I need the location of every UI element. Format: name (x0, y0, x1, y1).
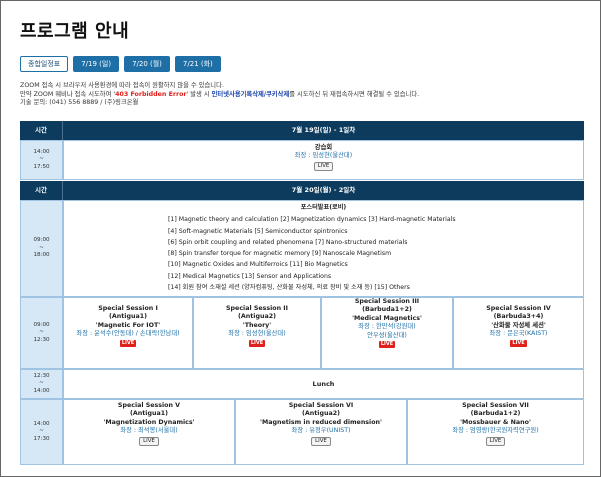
special-session-3: Special Session III (Barbuda1+2) 'Medica… (321, 297, 453, 369)
session-chair-2: 안우성(울산대) (367, 331, 407, 339)
session-name: Special Session V (117, 402, 181, 409)
special-session-6: Special Session VI (Antigua2) 'Magnetism… (235, 399, 407, 465)
day2-header: 7월 20일(월) - 2일차 (291, 186, 356, 194)
session-topic: 'Magnetization Dynamics' (103, 418, 195, 426)
live-badge[interactable]: LIVE (378, 341, 396, 349)
notice-line-3: 기술 문의: (041) 556 8889 / (주)링크온월 (20, 99, 139, 107)
session-topic: '산화물 자성체 세션' (491, 321, 546, 329)
special-session-4: Special Session IV (Barbuda3+4) '산화물 자성체… (453, 297, 584, 369)
special-time-cell: 09:00 ~ 12:30 (20, 297, 63, 369)
live-button[interactable]: LIVE (485, 436, 506, 446)
live-button[interactable]: LIVE (311, 436, 331, 446)
day1-header: 7월 19일(일) - 1일차 (291, 126, 356, 134)
poster-topic: [4] Soft-magnetic Materials [5] Semicond… (168, 227, 348, 235)
session-topic: 'Theory' (242, 321, 272, 329)
tab-0719[interactable]: 7/19 (일) (73, 56, 120, 72)
session-topic: 'Magnetic For IOT' (95, 321, 161, 329)
poster-topic: [6] Spin orbit coupling and related phen… (168, 238, 408, 246)
notice-line-2: 만약 ZOOM 웨비나 접속 시도하여 '403 Forbidden Error… (20, 90, 420, 98)
day1-header-row: 시간 7월 19일(일) - 1일차 (20, 121, 584, 140)
session-chair: 좌장 : 한만석(강원대) (358, 323, 416, 331)
live-badge[interactable]: LIVE (248, 339, 266, 347)
day1-time-cell: 14:00 ~ 17:50 (20, 140, 63, 180)
page-frame: 프로그램 안내 종합일정표 7/19 (일) 7/20 (월) 7/21 (화)… (0, 0, 601, 477)
day1-session-cell: 강습회 좌장 : 임성현(울산대) LIVE (63, 140, 584, 180)
special-session-1: Special Session I (Antigua1) 'Magnetic F… (63, 297, 193, 369)
session-name: Special Session IV (486, 305, 551, 312)
session-room: (Barbuda1+2) (470, 410, 521, 418)
poster-topic: [1] Magnetic theory and calculation [2] … (168, 216, 456, 224)
session-chair: 좌장 : 최석봉(서울대) (120, 427, 178, 435)
poster-time-cell: 09:00 ~ 18:00 (20, 200, 63, 297)
session-name: Special Session VII (462, 402, 529, 409)
afternoon-time-cell: 14:00 ~ 17:30 (20, 399, 63, 465)
day2-header-row: 시간 7월 20일(월) - 2일차 (20, 181, 584, 200)
session-name: Special Session I (98, 305, 158, 312)
special-session-5: Special Session V (Antigua1) 'Magnetizat… (63, 399, 235, 465)
poster-topic: [8] Spin transfer torque for magnetic me… (168, 250, 392, 258)
date-tabs: 종합일정표 7/19 (일) 7/20 (월) 7/21 (화) (20, 56, 221, 72)
session-topic: 'Magnetism in reduced dimension' (260, 418, 382, 426)
session-name: Special Session II (226, 305, 288, 312)
special-session-2: Special Session II (Antigua2) 'Theory' 좌… (193, 297, 321, 369)
lunch-cell: Lunch (63, 369, 584, 399)
live-button[interactable]: LIVE (313, 161, 334, 171)
special-session-7: Special Session VII (Barbuda1+2) 'Mossba… (407, 399, 584, 465)
session-chair: 좌장 : 윤석수(안동대) / 손대락(한남대) (76, 330, 180, 338)
lunch-time-cell: 12:30 ~ 14:00 (20, 369, 63, 399)
zoom-notice: ZOOM 접속 시 브라우저 사용환경에 따라 접속이 원활하지 않을 수 있습… (20, 82, 419, 108)
session-chair: 좌장 : 임성현(울산대) (294, 152, 353, 160)
poster-topic: [10] Magnetic Oxides and Multiferroics [… (168, 261, 348, 269)
session-room: (Barbuda3+4) (493, 313, 544, 321)
poster-topic: [14] 회원 참여 소재설 세션 (양자컴퓨팅, 산화물 자성체, 의료 장비… (168, 284, 410, 292)
schedule-table: 시간 7월 19일(일) - 1일차 14:00 ~ 17:50 강습회 좌장 … (20, 121, 584, 476)
session-chair: 좌장 : 임성현(울산대) (228, 330, 286, 338)
live-badge[interactable]: LIVE (510, 339, 527, 347)
poster-title: 포스터발표(로비) (300, 204, 347, 211)
session-topic: 'Medical Magnetics' (352, 314, 422, 322)
session-name: Special Session III (354, 298, 420, 305)
tab-0721[interactable]: 7/21 (화) (174, 56, 221, 72)
notice-line-1: ZOOM 접속 시 브라우저 사용환경에 따라 접속이 원활하지 않을 수 있습… (20, 82, 224, 89)
clear-cookies-text: 인터넷사용기록삭제/쿠키삭제 (211, 90, 290, 98)
live-button[interactable]: LIVE (139, 436, 159, 446)
session-chair: 좌장 : 문은국(KAIST) (489, 330, 548, 338)
session-room: (Antigua2) (238, 313, 276, 321)
time-column-header: 시간 (20, 181, 63, 200)
session-chair: 좌장 : 유정우(UNIST) (291, 427, 351, 435)
error-text: 403 Forbidden Error (115, 90, 187, 98)
tab-0720[interactable]: 7/20 (월) (124, 56, 170, 72)
time-column-header: 시간 (20, 121, 63, 140)
session-chair: 좌장 : 엄영랑(한국원자력연구원) (452, 427, 539, 435)
session-name: Special Session VI (288, 402, 354, 409)
session-room: (Antigua1) (109, 313, 147, 321)
live-badge[interactable]: LIVE (119, 339, 137, 347)
session-room: (Barbuda1+2) (362, 306, 412, 314)
session-topic: 'Mossbauer & Nano' (460, 418, 531, 426)
session-room: (Antigua1) (130, 410, 168, 418)
poster-topic: [12] Medical Magnetics [13] Sensor and A… (168, 272, 332, 280)
page-title: 프로그램 안내 (20, 21, 130, 42)
poster-session-cell: 포스터발표(로비) [1] Magnetic theory and calcul… (63, 200, 584, 297)
tab-overview[interactable]: 종합일정표 (20, 56, 69, 72)
session-room: (Antigua2) (302, 410, 340, 418)
